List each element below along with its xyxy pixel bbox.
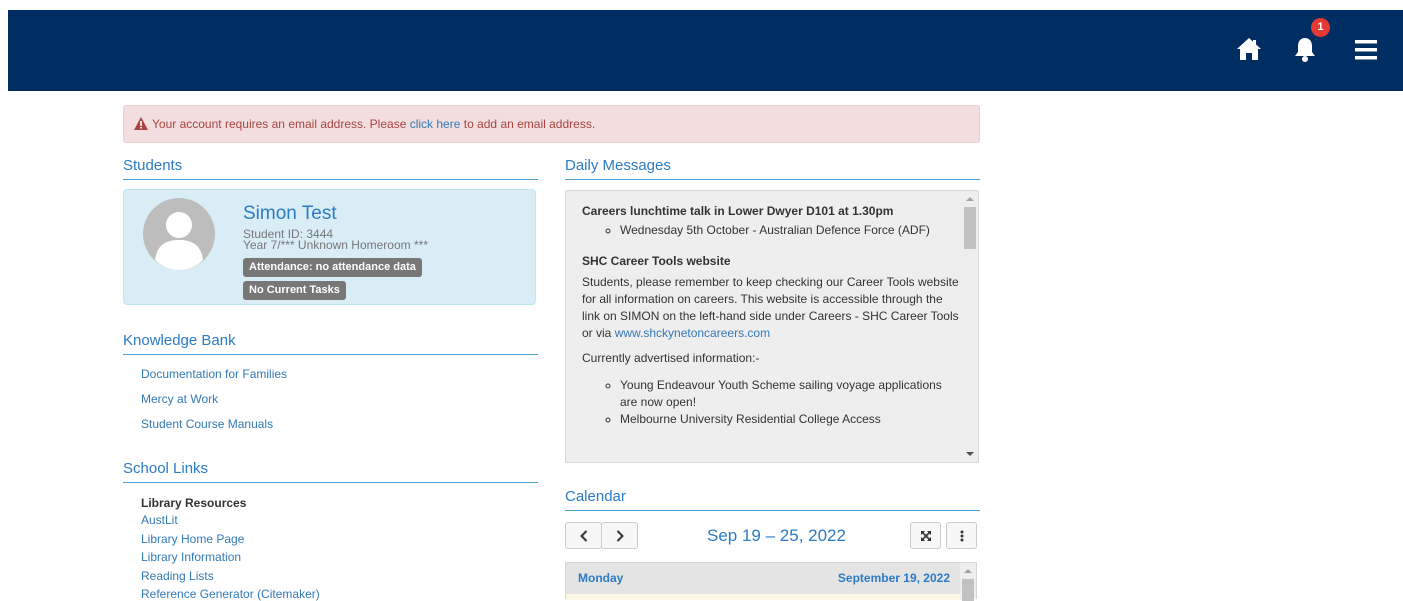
notification-badge: 1 (1311, 18, 1330, 37)
kb-link-course-manuals[interactable]: Student Course Manuals (141, 417, 273, 431)
scroll-down-icon[interactable] (966, 452, 974, 456)
kb-link-documentation[interactable]: Documentation for Families (141, 367, 287, 381)
message-body: Students, please remember to keep checki… (582, 275, 959, 340)
daily-messages-heading: Daily Messages (565, 157, 980, 180)
kb-link-mercy-at-work[interactable]: Mercy at Work (141, 392, 218, 406)
tasks-badge: No Current Tasks (243, 281, 346, 300)
calendar-prev-button[interactable] (565, 522, 602, 549)
daily-messages-panel[interactable]: Careers lunchtime talk in Lower Dwyer D1… (565, 190, 979, 463)
scroll-up-icon[interactable] (966, 197, 974, 201)
students-heading: Students (123, 157, 538, 180)
chevron-right-icon (616, 529, 624, 542)
careers-website-link[interactable]: www.shckynetoncareers.com (615, 326, 770, 340)
email-alert: Your account requires an email address. … (123, 105, 980, 143)
daily-messages-content: Careers lunchtime talk in Lower Dwyer D1… (582, 203, 962, 428)
message-title: Careers lunchtime talk in Lower Dwyer D1… (582, 204, 894, 218)
message-intro: Currently advertised information:- (582, 351, 760, 365)
calendar-heading: Calendar (565, 488, 980, 511)
school-link-library-home[interactable]: Library Home Page (141, 532, 244, 546)
message-bullets: Wednesday 5th October - Australian Defen… (582, 222, 962, 239)
alert-text-after: to add an email address. (460, 117, 596, 131)
messages-scroll-thumb[interactable] (964, 207, 976, 249)
school-link-reading-lists[interactable]: Reading Lists (141, 569, 214, 583)
student-card[interactable]: Simon Test Student ID: 3444 Year 7/*** U… (123, 189, 536, 305)
student-name[interactable]: Simon Test (243, 203, 337, 225)
library-resources-heading: Library Resources (141, 496, 247, 510)
school-link-austlit[interactable]: AustLit (141, 513, 178, 527)
calendar-day-name: Monday (578, 571, 624, 585)
chevron-left-icon (579, 529, 587, 542)
add-email-link[interactable]: click here (410, 117, 461, 131)
messages-scrollbar[interactable] (962, 191, 978, 462)
knowledge-bank-heading: Knowledge Bank (123, 332, 538, 355)
calendar-expand-button[interactable] (910, 522, 941, 549)
calendar-day-body (566, 594, 962, 600)
calendar-scrollbar[interactable] (960, 563, 976, 601)
home-icon[interactable] (1236, 37, 1262, 64)
calendar-date-range: Sep 19 – 25, 2022 (707, 526, 846, 545)
calendar-day-date: September 19, 2022 (837, 571, 950, 585)
school-link-library-info[interactable]: Library Information (141, 550, 241, 564)
calendar-day-header: Monday September 19, 2022 (565, 562, 977, 601)
menu-icon[interactable] (1355, 39, 1377, 64)
more-options-icon (960, 530, 963, 541)
list-item: Melbourne University Residential College… (620, 411, 962, 428)
calendar-options-button[interactable] (946, 522, 977, 549)
avatar (143, 198, 215, 273)
list-item: Young Endeavour Youth Scheme sailing voy… (620, 377, 962, 411)
warning-icon (134, 117, 148, 133)
bell-icon[interactable] (1294, 37, 1316, 66)
scroll-up-icon[interactable] (964, 569, 972, 573)
alert-text-before: Your account requires an email address. … (152, 117, 410, 131)
calendar-next-button[interactable] (601, 522, 638, 549)
school-links-heading: School Links (123, 460, 538, 483)
attendance-badge: Attendance: no attendance data (243, 258, 422, 277)
message-bullets: Young Endeavour Youth Scheme sailing voy… (582, 377, 962, 428)
top-navbar (8, 10, 1403, 91)
expand-icon (920, 530, 931, 541)
calendar-scroll-thumb[interactable] (962, 579, 974, 601)
student-homeroom: Year 7/*** Unknown Homeroom *** (243, 238, 428, 252)
list-item: Wednesday 5th October - Australian Defen… (620, 222, 962, 239)
message-title: SHC Career Tools website (582, 254, 731, 268)
